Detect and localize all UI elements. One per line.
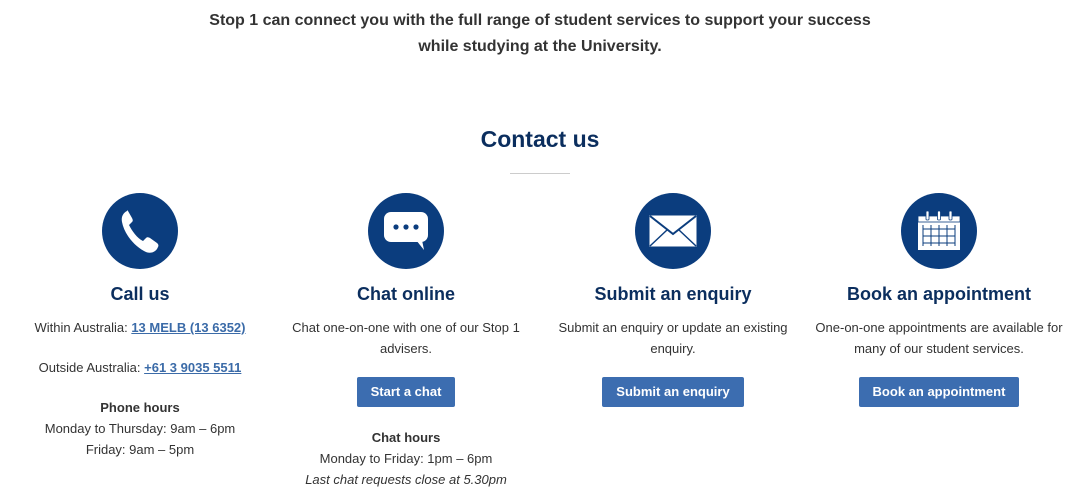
chat-hours: Chat hours Monday to Friday: 1pm – 6pm L… bbox=[274, 427, 538, 490]
phone-hours-friday: Friday: 9am – 5pm bbox=[85, 442, 195, 457]
contact-page: Stop 1 can connect you with the full ran… bbox=[0, 0, 1080, 492]
appointment-title: Book an appointment bbox=[847, 284, 1031, 304]
within-australia-phone-link[interactable]: 13 MELB (13 6352) bbox=[131, 320, 245, 335]
appointment-description: One-on-one appointments are available fo… bbox=[815, 320, 1063, 356]
enquiry-column: Submit an enquiry Submit an enquiry or u… bbox=[541, 193, 805, 407]
section-title: Contact us bbox=[480, 126, 600, 152]
title-divider bbox=[510, 173, 570, 174]
chat-bubble-icon bbox=[368, 193, 444, 269]
outside-australia-label: Outside Australia: bbox=[38, 360, 145, 375]
within-australia-line: Within Australia: 13 MELB (13 6352) bbox=[8, 317, 272, 338]
start-chat-button[interactable]: Start a chat bbox=[356, 377, 456, 407]
intro-line-2: while studying at the University. bbox=[418, 38, 662, 55]
enquiry-description: Submit an enquiry or update an existing … bbox=[558, 320, 788, 356]
chat-online-column: Chat online Chat one-on-one with one of … bbox=[274, 193, 538, 490]
call-us-title: Call us bbox=[110, 284, 170, 304]
outside-australia-phone-link[interactable]: +61 3 9035 5511 bbox=[144, 360, 241, 375]
calendar-icon bbox=[901, 193, 977, 269]
phone-hours-heading: Phone hours bbox=[100, 400, 180, 415]
chat-hours-heading: Chat hours bbox=[371, 430, 441, 445]
phone-hours-weekdays: Monday to Thursday: 9am – 6pm bbox=[44, 421, 236, 436]
chat-hours-weekdays: Monday to Friday: 1pm – 6pm bbox=[319, 451, 493, 466]
enquiry-title: Submit an enquiry bbox=[594, 284, 752, 304]
appointment-column: Book an appointment One-on-one appointme… bbox=[807, 193, 1071, 407]
outside-australia-line: Outside Australia: +61 3 9035 5511 bbox=[8, 357, 272, 378]
chat-online-description: Chat one-on-one with one of our Stop 1 a… bbox=[292, 320, 520, 356]
chat-online-title: Chat online bbox=[357, 284, 455, 304]
phone-icon bbox=[102, 193, 178, 269]
call-us-column: Call us Within Australia: 13 MELB (13 63… bbox=[8, 193, 272, 460]
intro-text: Stop 1 can connect you with the full ran… bbox=[0, 8, 1080, 60]
call-us-details: Within Australia: 13 MELB (13 6352) Outs… bbox=[8, 317, 272, 460]
submit-enquiry-button[interactable]: Submit an enquiry bbox=[602, 377, 744, 407]
envelope-icon bbox=[635, 193, 711, 269]
book-appointment-button[interactable]: Book an appointment bbox=[858, 377, 1020, 407]
within-australia-label: Within Australia: bbox=[34, 320, 132, 335]
intro-line-1: Stop 1 can connect you with the full ran… bbox=[209, 12, 871, 29]
chat-hours-note: Last chat requests close at 5.30pm bbox=[305, 472, 507, 487]
